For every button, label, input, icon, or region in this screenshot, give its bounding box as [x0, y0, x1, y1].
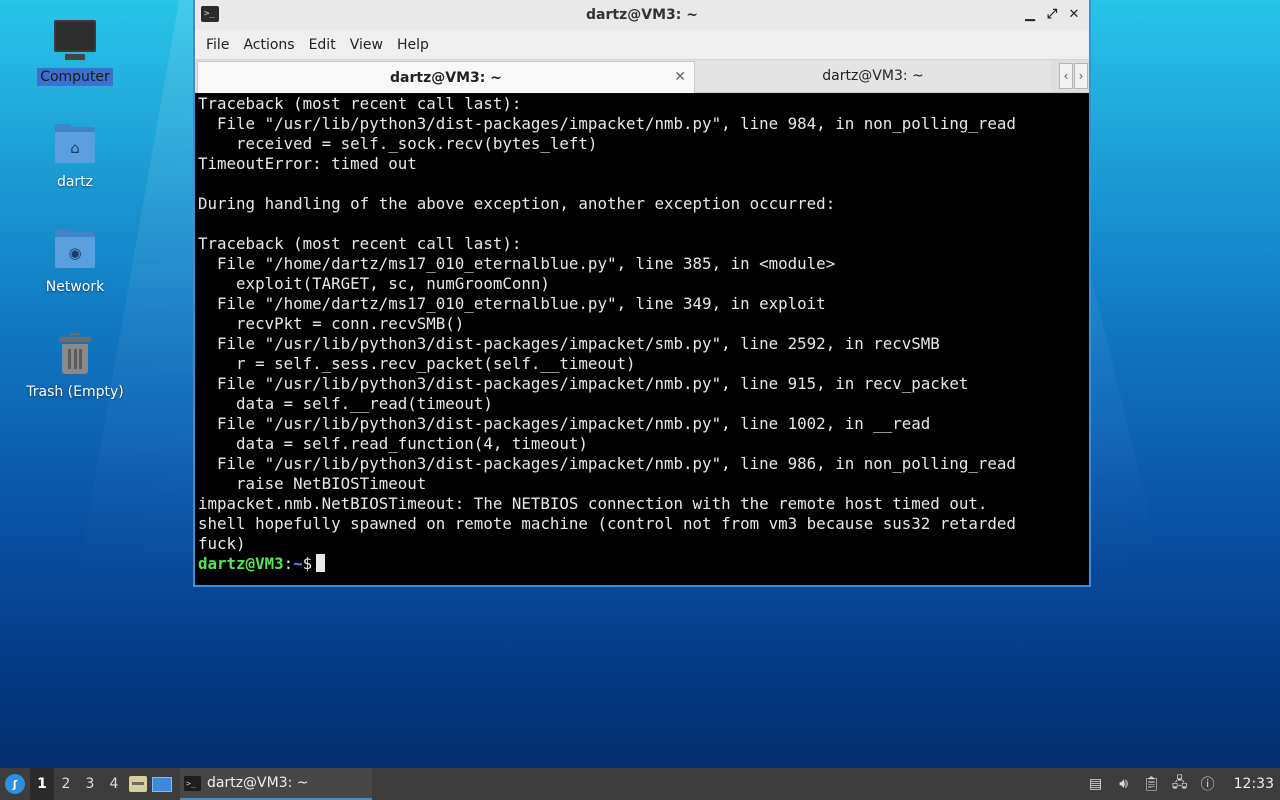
menu-file[interactable]: File [199, 37, 236, 53]
terminal-window[interactable]: >_ dartz@VM3: ~ ▁ ⤢ ✕ File Actions Edit … [193, 0, 1091, 587]
file-manager-icon [129, 776, 147, 792]
tab-label: dartz@VM3: ~ [822, 68, 924, 84]
trash-icon [51, 331, 99, 379]
tab-terminal-2[interactable]: dartz@VM3: ~ [695, 60, 1051, 92]
terminal-app-icon: >_ [201, 6, 219, 22]
show-desktop-icon [152, 776, 172, 792]
window-title: dartz@VM3: ~ [586, 7, 698, 23]
system-tray: ▤ 🔊︎ 📋︎ 🖧︎ ⓘ 12:33 [1086, 768, 1280, 800]
computer-icon [51, 16, 99, 64]
volume-icon[interactable]: 🔊︎ [1114, 774, 1134, 794]
workspace-1[interactable]: 1 [30, 768, 54, 800]
lubuntu-start-icon: ʃ [5, 774, 25, 794]
clock[interactable]: 12:33 [1234, 776, 1274, 792]
desktop-icon-home-folder[interactable]: ⌂ dartz [20, 121, 130, 191]
file-manager-launcher[interactable] [126, 768, 150, 800]
menu-bar: File Actions Edit View Help [195, 30, 1089, 60]
terminal-output: Traceback (most recent call last): File … [198, 94, 1016, 553]
tab-bar: dartz@VM3: ~ ✕ dartz@VM3: ~ ‹ › [195, 60, 1089, 93]
desktop-icon-trash[interactable]: Trash (Empty) [20, 331, 130, 401]
prompt-separator: : [283, 554, 294, 573]
updates-icon[interactable]: ▤ [1086, 774, 1106, 794]
show-desktop-button[interactable] [150, 768, 174, 800]
network-icon[interactable]: 🖧︎ [1170, 774, 1190, 794]
tab-scroll-right-icon[interactable]: › [1074, 63, 1088, 89]
home-folder-icon: ⌂ [51, 121, 99, 169]
tab-scroll-left-icon[interactable]: ‹ [1059, 63, 1073, 89]
network-folder-icon: ◉ [51, 226, 99, 274]
terminal-prompt-line: dartz@VM3:~$ [198, 554, 1087, 574]
desktop-icon-computer[interactable]: Computer [20, 16, 130, 86]
prompt-user: dartz@VM3 [198, 554, 284, 573]
desktop-icon-label: Computer [37, 68, 113, 86]
menu-help[interactable]: Help [390, 37, 436, 53]
text-cursor [316, 554, 326, 572]
menu-actions[interactable]: Actions [236, 37, 301, 53]
taskbar: ʃ 1 2 3 4 >_ dartz@VM3: ~ ▤ 🔊︎ 📋︎ 🖧︎ ⓘ 1… [0, 768, 1280, 800]
menu-view[interactable]: View [343, 37, 390, 53]
minimize-button[interactable]: ▁ [1021, 5, 1039, 23]
tab-close-icon[interactable]: ✕ [674, 69, 686, 85]
desktop-icon-label: Trash (Empty) [26, 384, 124, 400]
close-button[interactable]: ✕ [1065, 5, 1083, 23]
window-titlebar[interactable]: >_ dartz@VM3: ~ ▁ ⤢ ✕ [195, 0, 1089, 30]
taskbar-task-terminal[interactable]: >_ dartz@VM3: ~ [180, 768, 372, 800]
prompt-symbol: $ [302, 554, 313, 573]
terminal-area[interactable]: Traceback (most recent call last): File … [196, 94, 1089, 585]
maximize-button[interactable]: ⤢ [1043, 5, 1061, 23]
terminal-icon: >_ [184, 775, 201, 791]
tab-label: dartz@VM3: ~ [390, 69, 502, 86]
tab-terminal-1[interactable]: dartz@VM3: ~ ✕ [197, 61, 695, 93]
prompt-path: ~ [293, 554, 303, 573]
notification-icon[interactable]: ⓘ [1198, 774, 1218, 794]
workspace-4[interactable]: 4 [102, 768, 126, 800]
task-label: dartz@VM3: ~ [207, 775, 309, 791]
start-menu-button[interactable]: ʃ [0, 768, 30, 800]
clipboard-icon[interactable]: 📋︎ [1142, 774, 1162, 794]
desktop-icon-label: Network [45, 279, 105, 295]
workspace-2[interactable]: 2 [54, 768, 78, 800]
desktop-icon-label: dartz [56, 174, 94, 190]
menu-edit[interactable]: Edit [302, 37, 343, 53]
workspace-3[interactable]: 3 [78, 768, 102, 800]
desktop-icon-network[interactable]: ◉ Network [20, 226, 130, 296]
